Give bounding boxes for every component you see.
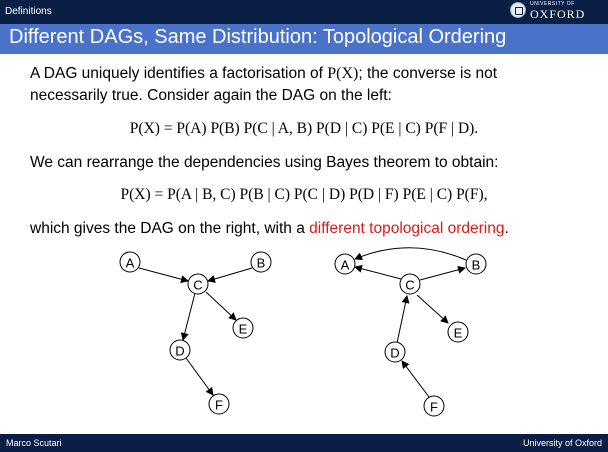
edge-left-c-d xyxy=(180,292,196,341)
label-right-b: B xyxy=(472,258,481,273)
footer-institution: University of Oxford xyxy=(522,438,602,448)
footer-bar: Marco Scutari University of Oxford xyxy=(0,434,608,452)
label-left-e: E xyxy=(239,322,248,337)
label-left-a: A xyxy=(126,256,135,271)
edge-left-d-f xyxy=(185,357,214,396)
label-left-c: C xyxy=(193,278,202,293)
label-left-f: F xyxy=(215,398,223,413)
label-right-d: D xyxy=(390,346,399,361)
label-right-a: A xyxy=(341,258,350,273)
label-right-f: F xyxy=(430,400,438,415)
edge-right-c-a xyxy=(354,264,402,280)
edge-right-d-c xyxy=(396,295,410,344)
edge-right-c-b xyxy=(419,265,466,281)
edge-right-c-e xyxy=(416,294,449,324)
edge-left-c-e xyxy=(205,291,237,321)
right-dag-edges xyxy=(354,247,467,398)
label-left-b: B xyxy=(257,256,266,271)
edge-left-a-c xyxy=(138,267,189,284)
label-left-d: D xyxy=(175,344,184,359)
label-right-c: C xyxy=(405,278,414,293)
left-dag-nodes xyxy=(119,251,272,415)
edge-left-b-c xyxy=(207,267,253,283)
edge-right-f-d xyxy=(401,360,430,398)
footer-author: Marco Scutari xyxy=(6,438,62,448)
edge-right-b-a xyxy=(354,247,467,261)
dag-diagrams: A B C D E F A B C D E F xyxy=(119,247,487,417)
label-right-e: E xyxy=(454,326,463,341)
